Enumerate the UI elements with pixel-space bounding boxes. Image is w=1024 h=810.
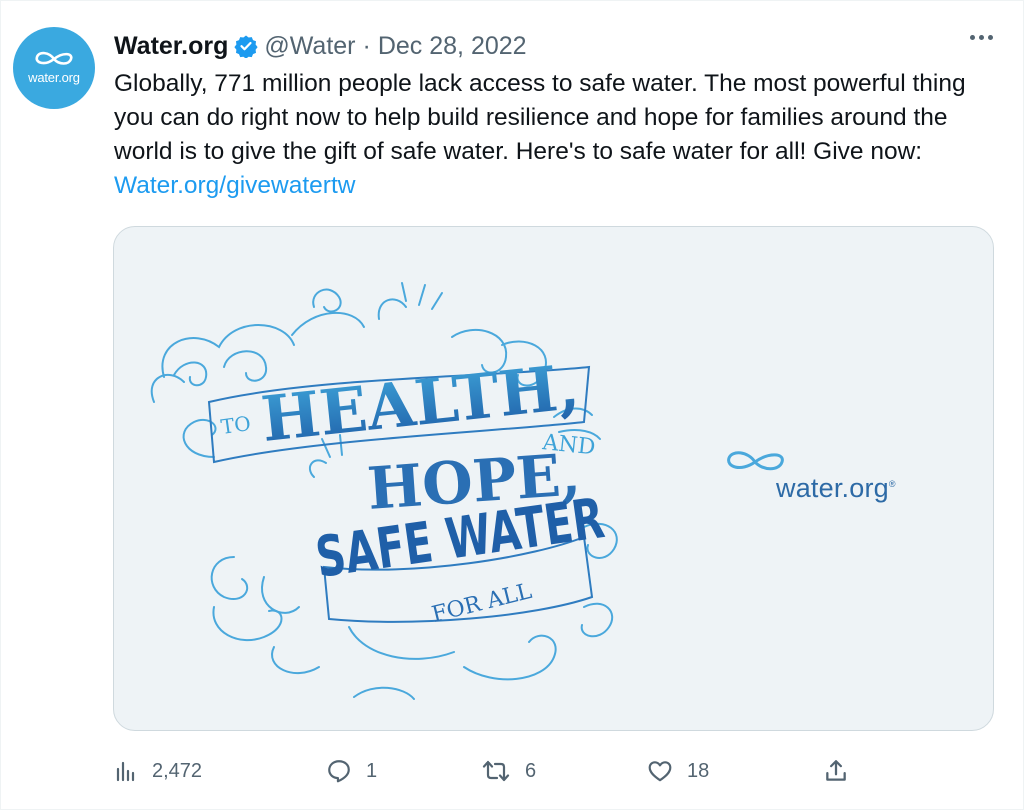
brand-text: water.org <box>776 473 889 503</box>
lettering-for-all: FOR ALL <box>429 579 534 628</box>
brand-wordmark: water.org® <box>776 473 896 504</box>
lettering-to: TO <box>219 411 252 439</box>
like-count: 18 <box>687 759 710 782</box>
action-bar: 2,472 1 6 18 <box>1 753 1024 793</box>
registered-mark: ® <box>888 479 896 489</box>
retweet-count: 6 <box>525 759 537 782</box>
retweet-button[interactable]: 6 <box>481 753 536 789</box>
lettering-health: HEALTH, <box>258 350 583 456</box>
author-avatar[interactable]: water.org <box>13 27 95 109</box>
author-name[interactable]: Water.org <box>114 32 228 61</box>
avatar-logo-text: water.org <box>28 69 80 85</box>
like-button[interactable]: 18 <box>647 753 709 789</box>
infinity-water-logo-icon <box>35 51 73 65</box>
tweet-body: Globally, 771 million people lack access… <box>114 70 966 165</box>
reply-icon <box>328 760 350 783</box>
separator-dot: · <box>362 31 371 60</box>
tweet-card[interactable]: water.org Water.org @Water · Dec 28, 202… <box>0 0 1024 810</box>
tweet-header: Water.org @Water · Dec 28, 2022 <box>114 31 527 61</box>
tweet-media-image[interactable]: TO HEALTH, HOPE, AND SAFE WATER FOR ALL … <box>113 226 994 731</box>
like-icon <box>648 761 672 782</box>
share-icon <box>826 760 846 781</box>
views-count: 2,472 <box>152 759 203 782</box>
views-button[interactable]: 2,472 <box>114 753 202 789</box>
author-handle[interactable]: @Water <box>264 32 355 61</box>
tweet-text: Globally, 771 million people lack access… <box>114 67 994 203</box>
retweet-icon <box>482 760 510 782</box>
views-icon <box>116 761 135 782</box>
verified-badge-icon <box>234 34 258 58</box>
share-button[interactable] <box>823 753 849 789</box>
reply-count: 1 <box>366 759 378 782</box>
tweet-link[interactable]: Water.org/givewatertw <box>114 172 355 199</box>
reply-button[interactable]: 1 <box>326 753 377 789</box>
tweet-date[interactable]: Dec 28, 2022 <box>378 32 527 61</box>
more-dots-icon[interactable] <box>970 35 993 40</box>
lettering-artwork: TO HEALTH, HOPE, AND SAFE WATER FOR ALL <box>150 282 618 700</box>
